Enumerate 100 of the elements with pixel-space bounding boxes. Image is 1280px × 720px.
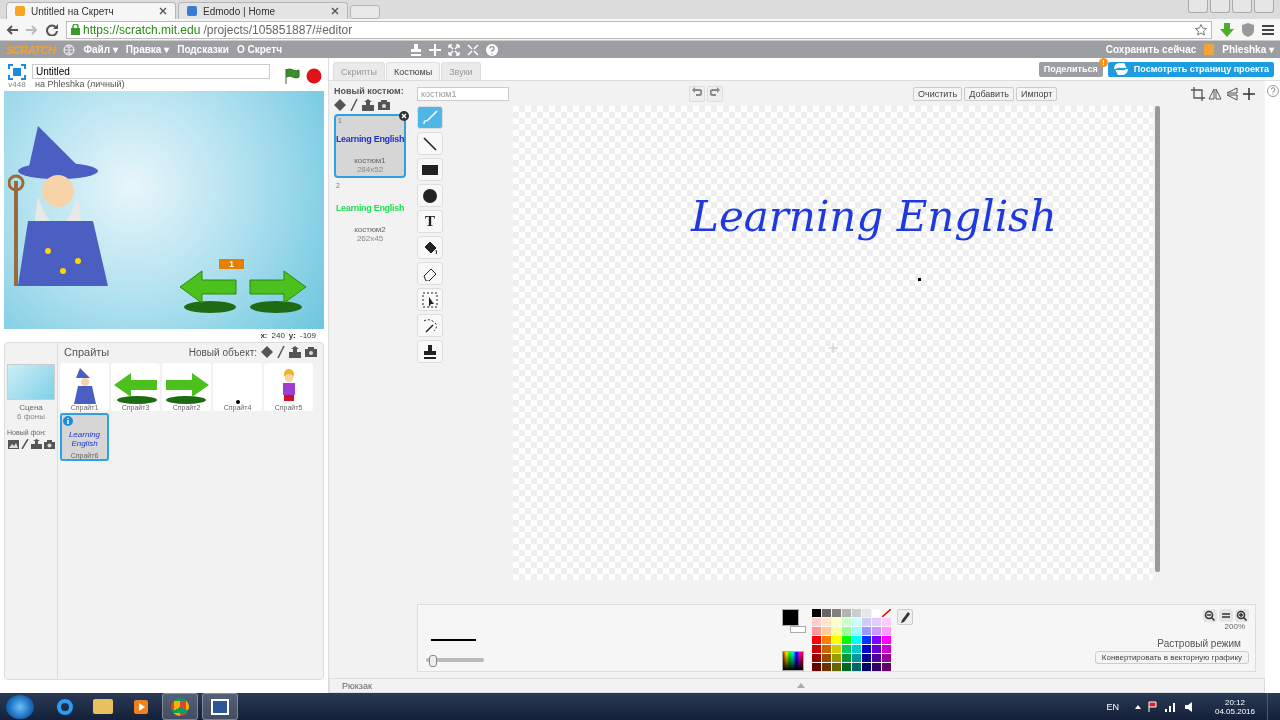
eyedropper-button[interactable] (897, 609, 913, 625)
color-swatch[interactable] (812, 663, 821, 671)
globe-icon[interactable] (63, 43, 76, 56)
upload-icon[interactable] (289, 346, 301, 358)
color-swatch[interactable] (842, 645, 851, 653)
color-swatch[interactable] (862, 618, 871, 626)
color-swatch[interactable] (842, 627, 851, 635)
close-button[interactable] (1254, 0, 1274, 13)
color-swatch[interactable] (832, 654, 841, 662)
color-swatch[interactable] (852, 645, 861, 653)
color-swatch[interactable] (822, 609, 831, 617)
flag-icon[interactable] (284, 68, 300, 84)
color-swatch[interactable] (832, 618, 841, 626)
color-swatch[interactable] (842, 654, 851, 662)
close-icon[interactable] (331, 7, 339, 15)
color-swatch[interactable] (812, 636, 821, 644)
upload-icon[interactable] (362, 99, 374, 111)
ellipse-tool[interactable] (417, 184, 443, 207)
help-icon[interactable] (1266, 85, 1279, 97)
color-swatch[interactable] (862, 663, 871, 671)
color-swatch[interactable] (862, 627, 871, 635)
color-swatch[interactable] (852, 636, 861, 644)
profile-button[interactable] (1188, 0, 1208, 13)
color-swatch[interactable] (862, 654, 871, 662)
menu-icon[interactable] (1262, 23, 1274, 36)
convert-to-vector-button[interactable]: Конвертировать в векторную графику (1094, 651, 1249, 664)
color-swatch[interactable] (862, 609, 871, 617)
sprite-library-icon[interactable] (261, 346, 273, 358)
select-tool[interactable] (417, 288, 443, 311)
color-swatch[interactable] (882, 663, 891, 671)
project-title-field[interactable]: Untitled (32, 63, 270, 79)
color-swatch[interactable] (862, 636, 871, 644)
stage-thumbnail[interactable] (7, 364, 55, 400)
browser-tab[interactable]: Untitled на Скретч (6, 2, 176, 19)
right-arrow-drawing[interactable] (248, 269, 306, 313)
rect-tool[interactable] (417, 158, 443, 181)
editor-button[interactable]: Добавить (964, 87, 1014, 101)
line-tool[interactable] (417, 132, 443, 155)
color-swatch[interactable] (852, 654, 861, 662)
zoom-reset-icon[interactable] (1219, 609, 1233, 622)
color-swatch[interactable] (822, 636, 831, 644)
color-swatch[interactable] (832, 627, 841, 635)
grow-icon[interactable] (448, 43, 460, 56)
fullscreen-icon[interactable] (8, 63, 26, 80)
close-icon[interactable] (159, 7, 167, 15)
backpack-bar[interactable]: Рюкзак (329, 678, 1265, 693)
color-swatch[interactable] (852, 663, 861, 671)
paint-icon[interactable] (350, 99, 358, 111)
reload-icon[interactable] (46, 23, 58, 36)
color-swatch[interactable] (822, 645, 831, 653)
paint-icon[interactable] (20, 439, 29, 449)
color-swatch[interactable] (872, 663, 881, 671)
bookmark-star-icon[interactable] (1195, 23, 1207, 36)
color-swatch[interactable] (852, 609, 861, 617)
camera-icon[interactable] (378, 100, 390, 110)
stamp-tool[interactable] (417, 340, 443, 363)
color-swatch[interactable] (882, 636, 891, 644)
forward-icon[interactable] (26, 24, 38, 35)
costume-library-icon[interactable] (334, 99, 346, 111)
color-swatch[interactable] (812, 627, 821, 635)
editor-tab[interactable]: Костюмы (385, 62, 441, 80)
color-swatch[interactable] (872, 636, 881, 644)
left-arrow-drawing[interactable] (180, 269, 238, 313)
paint-icon[interactable] (277, 346, 285, 358)
editor-button[interactable]: Очистить (913, 87, 963, 101)
start-button[interactable] (6, 694, 34, 719)
flip-vertical-icon[interactable] (1225, 87, 1239, 101)
flip-horizontal-icon[interactable] (1208, 87, 1222, 101)
color-swatch[interactable] (872, 654, 881, 662)
color-swatch[interactable] (852, 627, 861, 635)
back-icon[interactable] (6, 24, 18, 35)
color-swatch[interactable] (842, 609, 851, 617)
color-swatch[interactable] (812, 645, 821, 653)
line-width-slider[interactable] (426, 655, 484, 665)
new-tab-button[interactable] (350, 5, 380, 19)
editor-button[interactable]: Импорт (1015, 87, 1058, 101)
fill-tool[interactable] (417, 236, 443, 259)
color-swatch[interactable] (882, 645, 891, 653)
stamp-icon[interactable] (410, 43, 422, 56)
crop-icon[interactable] (1191, 87, 1205, 101)
shrink-icon[interactable] (467, 43, 479, 56)
camera-icon[interactable] (43, 439, 55, 449)
image-icon[interactable] (7, 439, 19, 449)
color-swatch[interactable] (882, 618, 891, 626)
color-swatch[interactable] (882, 627, 891, 635)
address-field[interactable]: https://scratch.mit.edu /projects/105851887/#editor (66, 20, 1212, 39)
help-icon[interactable] (486, 43, 498, 56)
info-icon[interactable] (63, 416, 73, 426)
eraser-tool[interactable] (417, 262, 443, 285)
color-swatch[interactable] (822, 654, 831, 662)
upload-icon[interactable] (30, 439, 42, 449)
browser-tab[interactable]: Edmodo | Home (178, 2, 348, 19)
color-swatch[interactable] (872, 645, 881, 653)
zoom-out-icon[interactable] (1203, 609, 1217, 622)
stop-icon[interactable] (306, 68, 322, 84)
clock-date[interactable]: 04.05.2016 (1214, 706, 1255, 716)
color-swatch[interactable] (832, 609, 841, 617)
primary-color-swatch[interactable] (782, 609, 799, 626)
color-swatch[interactable] (822, 618, 831, 626)
plus-icon[interactable] (1242, 87, 1256, 101)
